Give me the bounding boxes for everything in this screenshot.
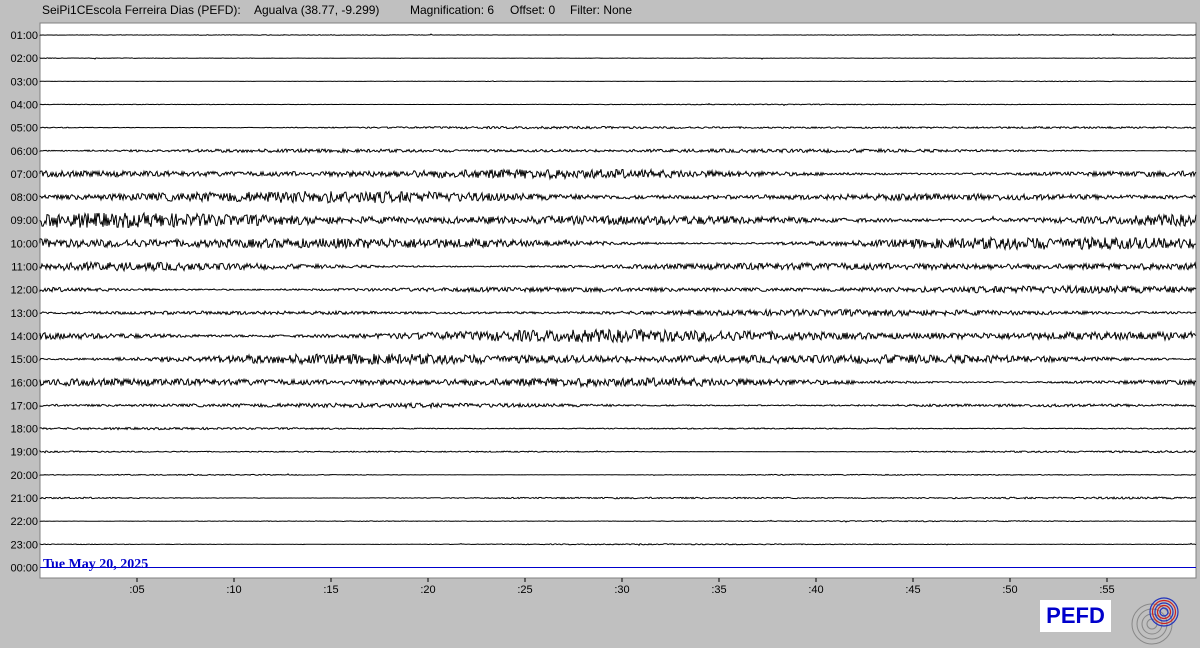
row-label: 21:00 — [10, 493, 38, 505]
x-tick-label: :40 — [808, 584, 823, 596]
row-label: 00:00 — [10, 562, 38, 574]
row-label: 05:00 — [10, 123, 38, 135]
x-tick-label: :10 — [226, 584, 241, 596]
station-badge: PEFD — [1040, 600, 1111, 632]
row-label: 07:00 — [10, 169, 38, 181]
plot-area — [39, 22, 1197, 579]
row-label: 02:00 — [10, 53, 38, 65]
row-label: 06:00 — [10, 146, 38, 158]
date-label: Tue May 20, 2025 — [43, 557, 149, 572]
row-label: 16:00 — [10, 377, 38, 389]
row-label: 03:00 — [10, 76, 38, 88]
x-tick-label: :55 — [1099, 584, 1114, 596]
seismograph-logo-icon — [1131, 597, 1179, 645]
x-tick-label: :35 — [711, 584, 726, 596]
x-tick-label: :45 — [905, 584, 920, 596]
x-tick-label: :30 — [614, 584, 629, 596]
row-label: 14:00 — [10, 331, 38, 343]
x-tick-label: :50 — [1002, 584, 1017, 596]
row-label: 12:00 — [10, 285, 38, 297]
x-tick-label: :20 — [420, 584, 435, 596]
row-label: 18:00 — [10, 424, 38, 436]
row-label: 15:00 — [10, 354, 38, 366]
row-label: 19:00 — [10, 447, 38, 459]
row-label: 13:00 — [10, 308, 38, 320]
row-label: 10:00 — [10, 238, 38, 250]
row-label: 11:00 — [11, 262, 38, 274]
x-tick-label: :15 — [323, 584, 338, 596]
row-label: 04:00 — [10, 99, 38, 111]
row-label: 17:00 — [10, 400, 38, 412]
x-tick-label: :25 — [517, 584, 532, 596]
x-tick-label: :05 — [129, 584, 144, 596]
row-label: 08:00 — [10, 192, 38, 204]
row-label: 01:00 — [10, 30, 38, 42]
row-label: 09:00 — [10, 215, 38, 227]
row-label: 20:00 — [10, 470, 38, 482]
row-label: 22:00 — [10, 516, 38, 528]
row-label: 23:00 — [10, 539, 38, 551]
helicorder-plot: 01:00 02:00 03:00 04:00 05:00 06:00 07:00 08:00… — [10, 22, 1197, 596]
